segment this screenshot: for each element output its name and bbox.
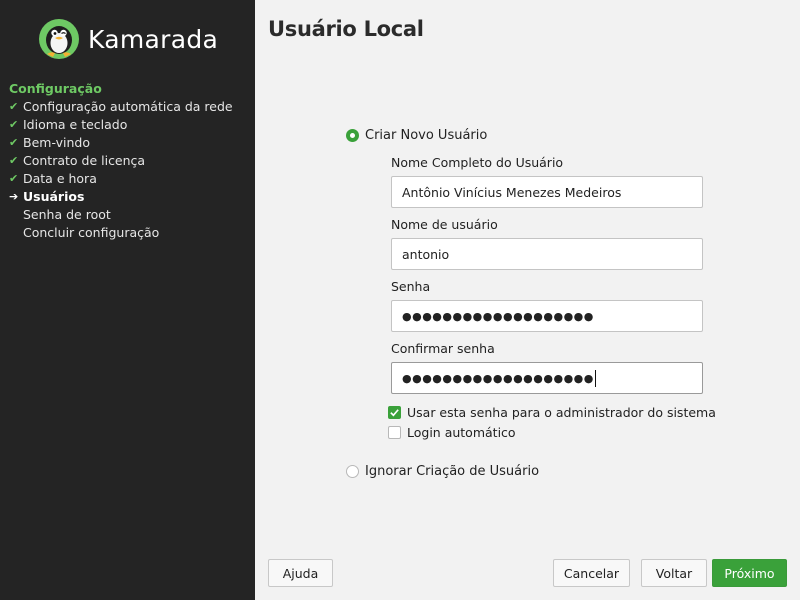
arrow-right-icon: ➔ (9, 190, 19, 203)
password-input[interactable]: ●●●●●●●●●●●●●●●●●●● (391, 300, 703, 332)
check-icon: ✔ (9, 172, 19, 185)
full-name-input[interactable]: Antônio Vinícius Menezes Medeiros (391, 176, 703, 208)
step-welcome: ✔ Bem-vindo (9, 134, 233, 152)
step-label: Bem-vindo (23, 135, 90, 150)
step-label: Idioma e teclado (23, 117, 128, 132)
brand-logo: Kamarada (38, 18, 218, 60)
check-icon: ✔ (9, 118, 19, 131)
cancel-button[interactable]: Cancelar (553, 559, 630, 587)
checkbox-unchecked-icon[interactable] (388, 426, 401, 439)
username-value: antonio (402, 246, 450, 262)
steps-section-title: Configuração (9, 81, 102, 96)
password-label: Senha (391, 279, 431, 294)
confirm-password-value: ●●●●●●●●●●●●●●●●●●● (402, 371, 594, 385)
step-label: Concluir configuração (23, 225, 160, 240)
use-as-admin-label: Usar esta senha para o administrador do … (407, 405, 716, 420)
use-as-admin-checkbox-row[interactable]: Usar esta senha para o administrador do … (388, 405, 716, 420)
password-value: ●●●●●●●●●●●●●●●●●●● (402, 309, 594, 323)
step-language-keyboard: ✔ Idioma e teclado (9, 116, 233, 134)
setup-steps-list: ✔ Configuração automática da rede ✔ Idioma… (9, 98, 233, 242)
checkmark-icon (390, 409, 399, 417)
step-label: Usuários (23, 189, 85, 204)
create-user-label: Criar Novo Usuário (365, 128, 488, 143)
full-name-label: Nome Completo do Usuário (391, 155, 564, 170)
step-network: ✔ Configuração automática da rede (9, 98, 233, 116)
step-label: Configuração automática da rede (23, 99, 233, 114)
step-date-time: ✔ Data e hora (9, 170, 233, 188)
step-root-password: Senha de root (9, 206, 233, 224)
next-button[interactable]: Próximo (712, 559, 787, 587)
step-license: ✔ Contrato de licença (9, 152, 233, 170)
main-panel: Usuário Local Criar Novo Usuário Nome Co… (255, 0, 800, 600)
back-button[interactable]: Voltar (641, 559, 707, 587)
create-user-radio[interactable]: Criar Novo Usuário (346, 128, 487, 143)
step-label: Contrato de licença (23, 153, 146, 168)
radio-selected-icon[interactable] (346, 129, 359, 142)
skip-user-radio[interactable]: Ignorar Criação de Usuário (346, 464, 539, 479)
username-input[interactable]: antonio (391, 238, 703, 270)
penguin-logo-icon (39, 19, 79, 59)
checkbox-checked-icon[interactable] (388, 406, 401, 419)
radio-unselected-icon[interactable] (346, 465, 359, 478)
full-name-value: Antônio Vinícius Menezes Medeiros (402, 184, 622, 200)
auto-login-checkbox-row[interactable]: Login automático (388, 425, 516, 440)
step-users: ➔ Usuários (9, 188, 233, 206)
username-label: Nome de usuário (391, 217, 498, 232)
sidebar: Kamarada Configuração ✔ Configuração auto… (0, 0, 255, 600)
step-label: Data e hora (23, 171, 97, 186)
check-icon: ✔ (9, 100, 19, 113)
confirm-password-input[interactable]: ●●●●●●●●●●●●●●●●●●● (391, 362, 703, 394)
skip-user-label: Ignorar Criação de Usuário (365, 464, 540, 479)
help-button[interactable]: Ajuda (268, 559, 333, 587)
check-icon: ✔ (9, 154, 19, 167)
check-icon: ✔ (9, 136, 19, 149)
auto-login-label: Login automático (407, 425, 516, 440)
brand-name: Kamarada (88, 24, 219, 54)
text-caret (594, 369, 596, 387)
step-label: Senha de root (23, 207, 111, 222)
page-title: Usuário Local (268, 17, 424, 41)
step-finish: Concluir configuração (9, 224, 233, 242)
confirm-password-label: Confirmar senha (391, 341, 495, 356)
